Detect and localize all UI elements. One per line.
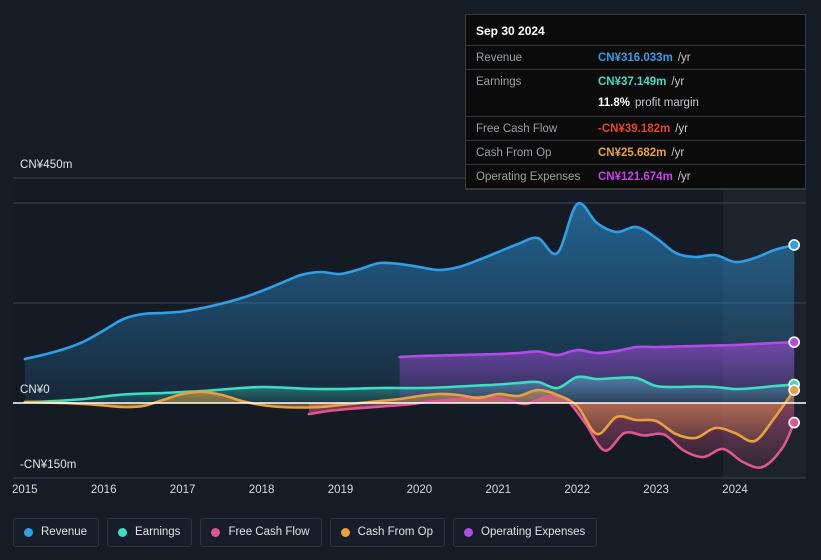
tooltip-row: Operating Expenses CN¥121.674m/yr bbox=[466, 164, 805, 189]
endpoint-marker-operating-expenses bbox=[788, 336, 800, 348]
tooltip-row-suffix: profit margin bbox=[634, 96, 699, 109]
tooltip-row-value: CN¥25.682m bbox=[598, 146, 667, 159]
endpoint-marker-cash-from-op bbox=[788, 384, 800, 396]
legend-color-dot-icon bbox=[118, 528, 128, 537]
tooltip-row: Free Cash Flow -CN¥39.182m/yr bbox=[466, 116, 805, 140]
x-axis-tick-2018: 2018 bbox=[248, 484, 275, 496]
x-axis-tick-2019: 2019 bbox=[327, 484, 354, 496]
x-axis-tick-2020: 2020 bbox=[406, 484, 433, 496]
legend-item-free-cash-flow[interactable]: Free Cash Flow bbox=[200, 518, 322, 547]
x-axis-tick-2017: 2017 bbox=[169, 484, 196, 496]
tooltip-row-value: CN¥121.674m bbox=[598, 170, 673, 183]
tooltip-row: Revenue CN¥316.033m/yr bbox=[466, 45, 805, 69]
tooltip-row-value: -CN¥39.182m bbox=[598, 122, 671, 135]
x-axis-tick-2023: 2023 bbox=[643, 484, 669, 496]
legend-color-dot-icon bbox=[340, 528, 350, 537]
legend-item-revenue[interactable]: Revenue bbox=[13, 518, 100, 547]
tooltip-row: Cash From Op CN¥25.682m/yr bbox=[466, 140, 805, 164]
legend-item-label: Operating Expenses bbox=[481, 526, 586, 538]
tooltip-row: Earnings CN¥37.149m/yr bbox=[466, 69, 805, 93]
y-axis-label-top: CN¥450m bbox=[20, 159, 73, 171]
tooltip-row-label: Operating Expenses bbox=[476, 170, 581, 183]
y-axis-label-zero: CN¥0 bbox=[20, 384, 50, 396]
tooltip-row-suffix: /yr bbox=[671, 75, 685, 88]
tooltip-row-label: Earnings bbox=[476, 75, 522, 88]
legend-item-earnings[interactable]: Earnings bbox=[107, 518, 193, 547]
legend-item-cash-from-op[interactable]: Cash From Op bbox=[329, 518, 446, 547]
legend-item-label: Revenue bbox=[41, 526, 88, 538]
endpoint-marker-free-cash-flow bbox=[788, 416, 800, 429]
tooltip-row-label: Free Cash Flow bbox=[476, 122, 558, 135]
x-axis-tick-2016: 2016 bbox=[90, 484, 117, 496]
financial-chart: CN¥450m CN¥0 -CN¥150m 2015 2016 2017 2018 20… bbox=[0, 0, 821, 560]
legend-color-dot-icon bbox=[464, 528, 474, 537]
x-axis-tick-2024: 2024 bbox=[722, 484, 748, 496]
legend-item-operating-expenses[interactable]: Operating Expenses bbox=[453, 518, 598, 547]
y-axis-label-bottom: -CN¥150m bbox=[20, 459, 77, 471]
legend-color-dot-icon bbox=[211, 528, 221, 537]
legend-item-label: Earnings bbox=[135, 526, 181, 538]
tooltip-row-label: Cash From Op bbox=[476, 146, 552, 159]
legend-color-dot-icon bbox=[24, 528, 33, 537]
tooltip-row-label: Revenue bbox=[476, 51, 523, 64]
x-axis-labels: 2015 2016 2017 2018 2019 2020 2021 2022 2023 2024 bbox=[0, 484, 821, 500]
x-axis-tick-2022: 2022 bbox=[564, 484, 590, 496]
tooltip-row-value: 11.8% bbox=[598, 96, 630, 109]
legend-item-label: Free Cash Flow bbox=[228, 526, 310, 538]
chart-legend[interactable]: Revenue Earnings Free Cash Flow Cash From O… bbox=[13, 518, 598, 547]
tooltip-row: 11.8% profit margin bbox=[466, 93, 805, 116]
x-axis-tick-2021: 2021 bbox=[485, 484, 512, 496]
x-axis-tick-2015: 2015 bbox=[12, 484, 38, 496]
tooltip-row-value: CN¥316.033m bbox=[598, 51, 673, 64]
tooltip-row-suffix: /yr bbox=[671, 146, 685, 159]
legend-item-label: Cash From Op bbox=[357, 526, 434, 538]
data-tooltip: Sep 30 2024 Revenue CN¥316.033m/yr Earning… bbox=[465, 14, 806, 190]
endpoint-marker-revenue bbox=[788, 239, 800, 251]
tooltip-row-suffix: /yr bbox=[675, 122, 689, 135]
tooltip-row-value: CN¥37.149m bbox=[598, 75, 667, 88]
tooltip-rows: Revenue CN¥316.033m/yr Earnings CN¥37.149m /… bbox=[466, 45, 805, 189]
tooltip-date: Sep 30 2024 bbox=[476, 24, 545, 38]
tooltip-row-suffix: /yr bbox=[677, 170, 691, 183]
tooltip-row-suffix: /yr bbox=[677, 51, 691, 64]
